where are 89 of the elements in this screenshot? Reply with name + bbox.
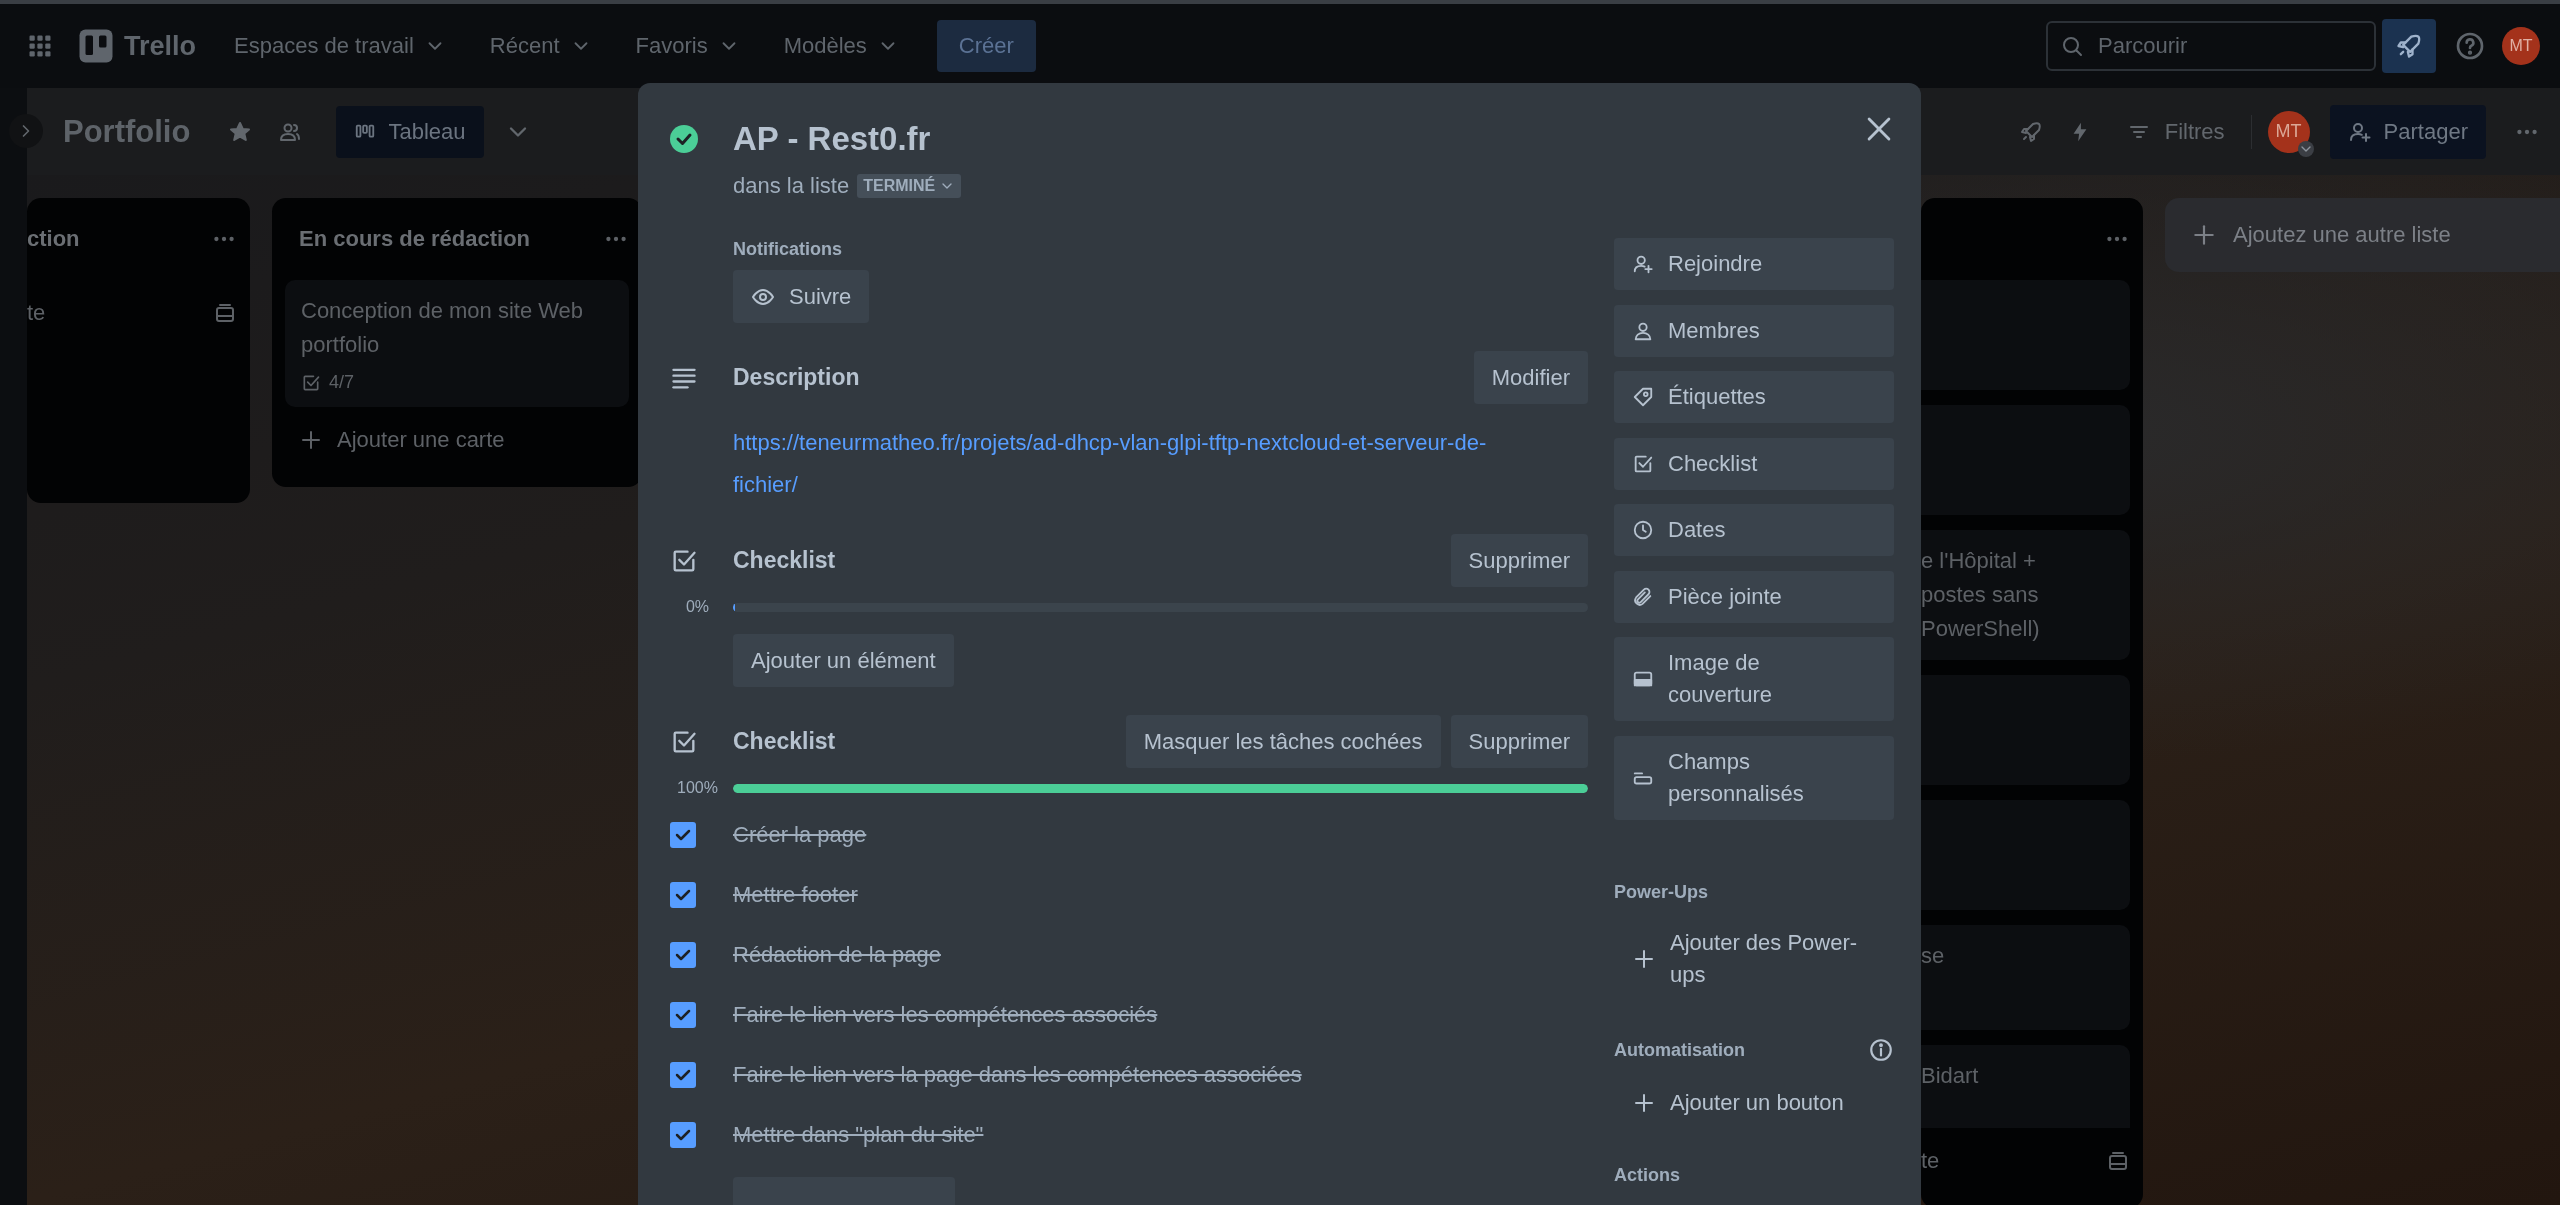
template-icon[interactable] [2106, 1149, 2130, 1173]
action-button[interactable]: Masquer les tâches cochées [1125, 715, 1441, 768]
clock-icon [1632, 519, 1654, 541]
plus-icon [2191, 222, 2217, 248]
sidebar-button[interactable]: Checklist [1614, 437, 1894, 490]
menu-dropdown[interactable]: Récent [473, 21, 608, 71]
add-list-button[interactable]: Ajoutez une autre liste [2165, 198, 2560, 272]
checklist-item[interactable]: Créer la page [733, 822, 867, 848]
sidebar-button[interactable]: Rejoindre [1614, 238, 1894, 290]
complete-check-icon[interactable] [670, 125, 698, 153]
trello-logo-icon[interactable] [78, 28, 114, 64]
add-power-ups-button[interactable]: Ajouter des Power-ups [1614, 917, 1894, 1001]
sidebar-button[interactable]: Dates [1614, 504, 1894, 556]
user-avatar[interactable]: MT [2502, 27, 2540, 65]
sidebar-button[interactable]: Champs personnalisés [1614, 735, 1894, 820]
list-label: dans la liste [733, 173, 850, 199]
add-card-link[interactable]: te [1921, 1148, 2092, 1174]
checkbox[interactable] [670, 1122, 696, 1148]
paperclip-icon [1632, 585, 1654, 608]
list-title[interactable]: ction [27, 226, 211, 252]
sidebar-toggle[interactable] [9, 114, 43, 148]
checklist-item[interactable]: Faire le lien vers les compétences associés [733, 1002, 1158, 1028]
filter-button[interactable]: Filtres [2116, 118, 2235, 145]
section-label: Actions [1614, 1165, 1680, 1186]
checkbox[interactable] [670, 1002, 696, 1028]
checklist-count: 4/7 [329, 372, 355, 393]
share-button[interactable]: Partager [2329, 104, 2486, 159]
plus-icon [1632, 947, 1656, 971]
plus-icon [299, 428, 323, 452]
description-link[interactable]: https://teneurmatheo.fr/projets/ad-dhcp-vlan-glpi-tftp-nextcloud-et-serveur-de-fichier/ [733, 422, 1533, 506]
checkbox[interactable] [670, 1062, 696, 1088]
card-title: Conception de mon site Web portfolio [301, 297, 585, 359]
notifications-button[interactable] [2382, 19, 2436, 73]
section-heading: Description [733, 364, 861, 391]
checkbox[interactable] [670, 822, 696, 848]
checklist-item[interactable]: Faire le lien vers la page dans les compétences associées [733, 1062, 1302, 1088]
card-title: se [1921, 942, 1946, 970]
plus-icon [1632, 1091, 1656, 1115]
app-name[interactable]: Trello [124, 30, 197, 62]
badge-icon [2297, 140, 2314, 157]
sidebar-button[interactable]: Étiquettes [1614, 371, 1894, 423]
checklist-item[interactable]: Mettre footer [733, 882, 858, 908]
section-label: Notifications [733, 239, 843, 260]
card-title: Bidart [1921, 1062, 1980, 1090]
search-icon [2060, 34, 2084, 58]
list-card[interactable]: e l'Hôpital + postes sans PowerShell) [1921, 530, 2130, 660]
section-heading: Checklist [733, 728, 837, 755]
checkbox[interactable] [670, 882, 696, 908]
rocket-icon[interactable] [2018, 119, 2043, 144]
action-button[interactable]: Supprimer [1450, 534, 1588, 587]
action-button[interactable]: Supprimer [1450, 715, 1588, 768]
add-item-button[interactable]: Ajouter un élément [733, 634, 954, 687]
list-title[interactable]: En cours de rédaction [299, 226, 603, 252]
section-heading: Checklist [733, 547, 837, 574]
board-title[interactable]: Portfolio [63, 113, 191, 150]
edit-button[interactable]: Modifier [1473, 351, 1588, 404]
menu-dropdown[interactable]: Espaces de travail [218, 21, 462, 71]
section-label: Power-Ups [1614, 882, 1709, 903]
menu-dropdown[interactable]: Modèles [767, 21, 915, 71]
progress-percent: 100% [676, 779, 719, 797]
card-title[interactable]: AP - Rest0.fr [733, 113, 1588, 165]
list-picker[interactable]: TERMINÉ [857, 174, 962, 198]
help-icon[interactable] [2454, 30, 2486, 62]
add-card-link[interactable]: te [27, 300, 199, 326]
checkbox[interactable] [670, 942, 696, 968]
list-card[interactable]: Conception de mon site Web portfolio 4/7 [285, 280, 629, 407]
checklist-item[interactable]: Mettre dans "plan du site" [733, 1122, 984, 1148]
view-button[interactable]: Tableau [336, 105, 484, 158]
list-card[interactable]: se [1921, 925, 2130, 1030]
menu-dropdown[interactable]: Favoris [619, 21, 756, 71]
person-add-icon [1632, 253, 1654, 275]
progress-percent: 0% [684, 598, 711, 616]
create-button[interactable]: Créer [936, 20, 1036, 72]
add-automation-button[interactable]: Ajouter un bouton [1614, 1077, 1894, 1129]
sidebar-button[interactable]: Image de couverture [1614, 637, 1894, 721]
sidebar-button[interactable]: Pièce jointe [1614, 570, 1894, 623]
follow-button[interactable]: Suivre [733, 270, 870, 323]
tag-icon [1632, 386, 1654, 408]
rocket-icon [2395, 32, 2423, 60]
star-icon[interactable] [228, 119, 253, 144]
template-icon[interactable] [213, 301, 237, 325]
card-title: e l'Hôpital + postes sans PowerShell) [1921, 547, 2041, 643]
list-card[interactable]: Bidart [1921, 1045, 2130, 1128]
search-field[interactable]: Parcourir [2046, 21, 2376, 71]
info-icon[interactable] [1868, 1037, 1894, 1063]
section-label: Automatisation [1614, 1039, 1745, 1061]
checklist-item[interactable]: Rédaction de la page [733, 942, 941, 968]
add-card-link[interactable]: Ajouter une carte [337, 427, 629, 453]
sidebar-button[interactable]: Membres [1614, 304, 1894, 357]
